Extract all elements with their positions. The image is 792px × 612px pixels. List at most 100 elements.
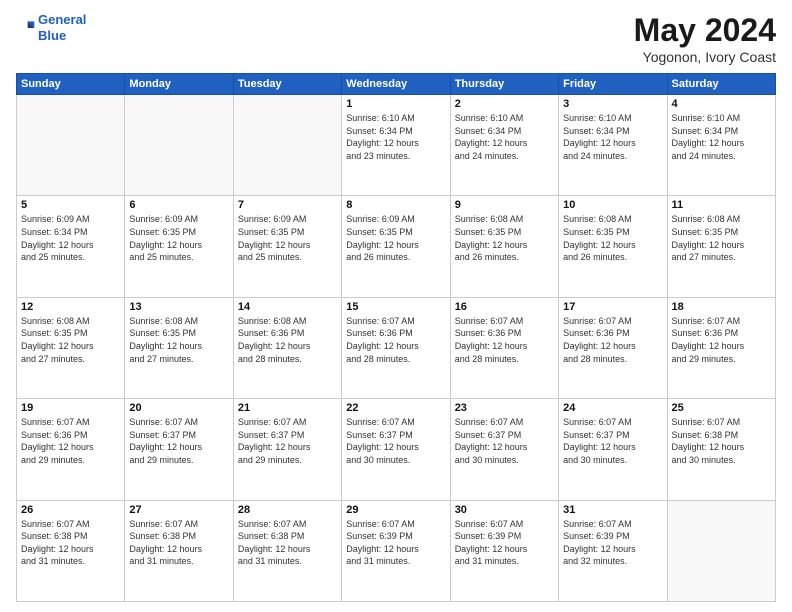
day-number: 12 bbox=[21, 301, 120, 313]
day-number: 28 bbox=[238, 504, 337, 516]
day-info: Sunrise: 6:09 AMSunset: 6:35 PMDaylight:… bbox=[238, 213, 337, 263]
day-number: 7 bbox=[238, 199, 337, 211]
calendar-cell: 11Sunrise: 6:08 AMSunset: 6:35 PMDayligh… bbox=[667, 196, 775, 297]
calendar-cell: 25Sunrise: 6:07 AMSunset: 6:38 PMDayligh… bbox=[667, 399, 775, 500]
calendar-body: 1 Sunrise: 6:10 AMSunset: 6:34 PMDaylight… bbox=[17, 95, 776, 602]
calendar-cell: 9 Sunrise: 6:08 AMSunset: 6:35 PMDaylight… bbox=[450, 196, 558, 297]
day-number: 23 bbox=[455, 402, 554, 414]
calendar-cell: 5 Sunrise: 6:09 AMSunset: 6:34 PMDaylight… bbox=[17, 196, 125, 297]
calendar-cell: 30Sunrise: 6:07 AMSunset: 6:39 PMDayligh… bbox=[450, 500, 558, 601]
day-number: 31 bbox=[563, 504, 662, 516]
day-info: Sunrise: 6:09 AMSunset: 6:35 PMDaylight:… bbox=[346, 213, 445, 263]
day-info: Sunrise: 6:07 AMSunset: 6:39 PMDaylight:… bbox=[563, 518, 662, 568]
logo: General Blue bbox=[16, 12, 86, 43]
calendar-cell: 15 Sunrise: 6:07 AMSunset: 6:36 PMDayligh… bbox=[342, 297, 450, 398]
logo-icon bbox=[16, 18, 36, 38]
day-info: Sunrise: 6:08 AMSunset: 6:35 PMDaylight:… bbox=[672, 213, 771, 263]
weekday-row: SundayMondayTuesdayWednesdayThursdayFrid… bbox=[17, 74, 776, 95]
subtitle: Yogonon, Ivory Coast bbox=[634, 49, 776, 65]
day-info: Sunrise: 6:08 AMSunset: 6:35 PMDaylight:… bbox=[455, 213, 554, 263]
day-number: 2 bbox=[455, 98, 554, 110]
day-info: Sunrise: 6:10 AMSunset: 6:34 PMDaylight:… bbox=[672, 112, 771, 162]
day-info: Sunrise: 6:07 AMSunset: 6:36 PMDaylight:… bbox=[21, 416, 120, 466]
main-title: May 2024 bbox=[634, 12, 776, 49]
day-info: Sunrise: 6:07 AMSunset: 6:36 PMDaylight:… bbox=[672, 315, 771, 365]
day-number: 18 bbox=[672, 301, 771, 313]
day-number: 15 bbox=[346, 301, 445, 313]
calendar-cell: 27 Sunrise: 6:07 AMSunset: 6:38 PMDayligh… bbox=[125, 500, 233, 601]
day-info: Sunrise: 6:07 AMSunset: 6:39 PMDaylight:… bbox=[455, 518, 554, 568]
calendar-week-3: 12Sunrise: 6:08 AMSunset: 6:35 PMDayligh… bbox=[17, 297, 776, 398]
day-info: Sunrise: 6:07 AMSunset: 6:37 PMDaylight:… bbox=[238, 416, 337, 466]
calendar-cell: 6 Sunrise: 6:09 AMSunset: 6:35 PMDaylight… bbox=[125, 196, 233, 297]
calendar-cell: 17Sunrise: 6:07 AMSunset: 6:36 PMDayligh… bbox=[559, 297, 667, 398]
day-info: Sunrise: 6:10 AMSunset: 6:34 PMDaylight:… bbox=[455, 112, 554, 162]
calendar-cell: 20 Sunrise: 6:07 AMSunset: 6:37 PMDayligh… bbox=[125, 399, 233, 500]
day-info: Sunrise: 6:07 AMSunset: 6:38 PMDaylight:… bbox=[21, 518, 120, 568]
day-info: Sunrise: 6:07 AMSunset: 6:37 PMDaylight:… bbox=[563, 416, 662, 466]
calendar-cell: 12Sunrise: 6:08 AMSunset: 6:35 PMDayligh… bbox=[17, 297, 125, 398]
day-number: 1 bbox=[346, 98, 445, 110]
calendar-cell bbox=[17, 95, 125, 196]
calendar-cell bbox=[667, 500, 775, 601]
calendar-cell: 24 Sunrise: 6:07 AMSunset: 6:37 PMDayligh… bbox=[559, 399, 667, 500]
day-number: 20 bbox=[129, 402, 228, 414]
page: General Blue May 2024 Yogonon, Ivory Coa… bbox=[0, 0, 792, 612]
calendar-cell: 10Sunrise: 6:08 AMSunset: 6:35 PMDayligh… bbox=[559, 196, 667, 297]
calendar-cell bbox=[233, 95, 341, 196]
day-number: 14 bbox=[238, 301, 337, 313]
header: General Blue May 2024 Yogonon, Ivory Coa… bbox=[16, 12, 776, 65]
title-block: May 2024 Yogonon, Ivory Coast bbox=[634, 12, 776, 65]
weekday-header-tuesday: Tuesday bbox=[233, 74, 341, 95]
logo-line1: General bbox=[38, 12, 86, 27]
day-info: Sunrise: 6:07 AMSunset: 6:38 PMDaylight:… bbox=[238, 518, 337, 568]
day-info: Sunrise: 6:10 AMSunset: 6:34 PMDaylight:… bbox=[346, 112, 445, 162]
logo-text: General Blue bbox=[38, 12, 86, 43]
weekday-header-wednesday: Wednesday bbox=[342, 74, 450, 95]
day-number: 22 bbox=[346, 402, 445, 414]
day-info: Sunrise: 6:10 AMSunset: 6:34 PMDaylight:… bbox=[563, 112, 662, 162]
day-number: 5 bbox=[21, 199, 120, 211]
day-info: Sunrise: 6:08 AMSunset: 6:36 PMDaylight:… bbox=[238, 315, 337, 365]
day-number: 29 bbox=[346, 504, 445, 516]
calendar-cell: 16Sunrise: 6:07 AMSunset: 6:36 PMDayligh… bbox=[450, 297, 558, 398]
day-info: Sunrise: 6:07 AMSunset: 6:37 PMDaylight:… bbox=[129, 416, 228, 466]
calendar-table: SundayMondayTuesdayWednesdayThursdayFrid… bbox=[16, 73, 776, 602]
calendar-cell: 19 Sunrise: 6:07 AMSunset: 6:36 PMDayligh… bbox=[17, 399, 125, 500]
calendar-cell: 3 Sunrise: 6:10 AMSunset: 6:34 PMDaylight… bbox=[559, 95, 667, 196]
day-number: 13 bbox=[129, 301, 228, 313]
day-info: Sunrise: 6:07 AMSunset: 6:39 PMDaylight:… bbox=[346, 518, 445, 568]
day-number: 21 bbox=[238, 402, 337, 414]
day-number: 3 bbox=[563, 98, 662, 110]
day-number: 24 bbox=[563, 402, 662, 414]
day-number: 10 bbox=[563, 199, 662, 211]
calendar-header: SundayMondayTuesdayWednesdayThursdayFrid… bbox=[17, 74, 776, 95]
day-number: 19 bbox=[21, 402, 120, 414]
day-number: 27 bbox=[129, 504, 228, 516]
calendar-cell: 4 Sunrise: 6:10 AMSunset: 6:34 PMDaylight… bbox=[667, 95, 775, 196]
day-number: 4 bbox=[672, 98, 771, 110]
weekday-header-friday: Friday bbox=[559, 74, 667, 95]
day-number: 9 bbox=[455, 199, 554, 211]
calendar-cell: 22 Sunrise: 6:07 AMSunset: 6:37 PMDayligh… bbox=[342, 399, 450, 500]
weekday-header-sunday: Sunday bbox=[17, 74, 125, 95]
day-info: Sunrise: 6:09 AMSunset: 6:34 PMDaylight:… bbox=[21, 213, 120, 263]
logo-line2: Blue bbox=[38, 28, 66, 43]
calendar-cell: 1 Sunrise: 6:10 AMSunset: 6:34 PMDaylight… bbox=[342, 95, 450, 196]
calendar-cell: 26Sunrise: 6:07 AMSunset: 6:38 PMDayligh… bbox=[17, 500, 125, 601]
day-info: Sunrise: 6:09 AMSunset: 6:35 PMDaylight:… bbox=[129, 213, 228, 263]
day-info: Sunrise: 6:07 AMSunset: 6:37 PMDaylight:… bbox=[455, 416, 554, 466]
calendar-week-2: 5 Sunrise: 6:09 AMSunset: 6:34 PMDaylight… bbox=[17, 196, 776, 297]
day-number: 6 bbox=[129, 199, 228, 211]
calendar-cell: 2 Sunrise: 6:10 AMSunset: 6:34 PMDaylight… bbox=[450, 95, 558, 196]
calendar-cell: 7 Sunrise: 6:09 AMSunset: 6:35 PMDaylight… bbox=[233, 196, 341, 297]
day-info: Sunrise: 6:07 AMSunset: 6:38 PMDaylight:… bbox=[129, 518, 228, 568]
day-info: Sunrise: 6:07 AMSunset: 6:37 PMDaylight:… bbox=[346, 416, 445, 466]
calendar-cell: 31 Sunrise: 6:07 AMSunset: 6:39 PMDayligh… bbox=[559, 500, 667, 601]
calendar-cell: 8Sunrise: 6:09 AMSunset: 6:35 PMDaylight… bbox=[342, 196, 450, 297]
day-number: 17 bbox=[563, 301, 662, 313]
day-number: 16 bbox=[455, 301, 554, 313]
day-info: Sunrise: 6:07 AMSunset: 6:36 PMDaylight:… bbox=[346, 315, 445, 365]
calendar-week-5: 26Sunrise: 6:07 AMSunset: 6:38 PMDayligh… bbox=[17, 500, 776, 601]
calendar-cell: 13Sunrise: 6:08 AMSunset: 6:35 PMDayligh… bbox=[125, 297, 233, 398]
